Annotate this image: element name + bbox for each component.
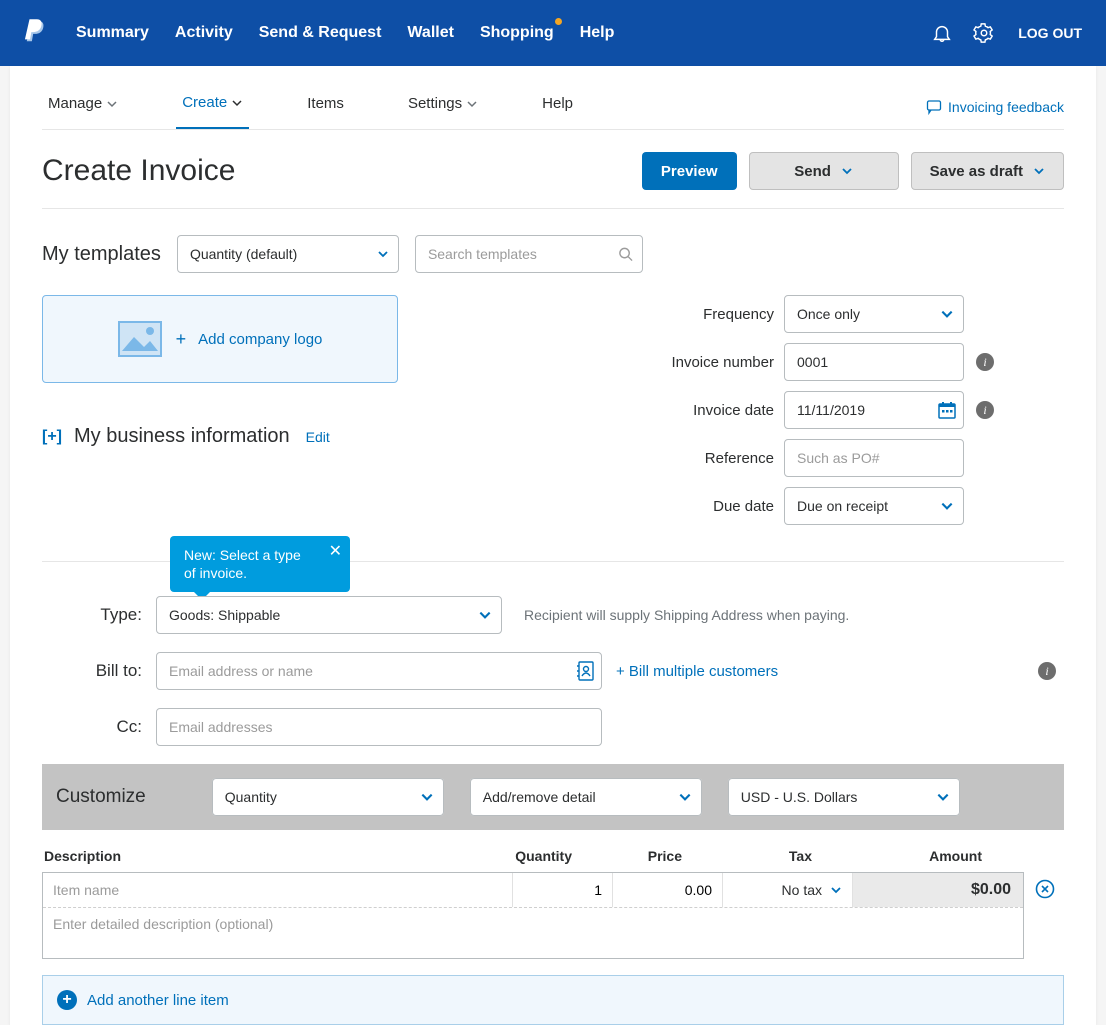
bill-multiple-link[interactable]: + Bill multiple customers	[616, 663, 778, 680]
cc-label: Cc:	[42, 717, 142, 737]
invoicing-feedback-link[interactable]: Invoicing feedback	[926, 99, 1064, 115]
chevron-down-icon	[231, 97, 243, 109]
subnav-settings[interactable]: Settings	[402, 85, 484, 128]
paypal-logo-icon[interactable]	[24, 19, 46, 47]
info-icon[interactable]: i	[976, 401, 994, 419]
item-qty-input[interactable]	[513, 873, 613, 907]
nav-activity[interactable]: Activity	[175, 24, 233, 42]
save-as-draft-button[interactable]: Save as draft	[911, 152, 1064, 190]
item-tax-select[interactable]: No tax	[723, 873, 853, 907]
customize-label: Customize	[56, 786, 146, 808]
my-templates-label: My templates	[42, 243, 161, 266]
expand-business-info[interactable]: [+]	[42, 428, 62, 446]
item-name-input[interactable]	[43, 873, 513, 907]
customize-currency-select[interactable]: USD - U.S. Dollars	[728, 778, 960, 816]
delete-line-item[interactable]	[1035, 879, 1055, 899]
chevron-down-icon	[841, 165, 853, 177]
subnav-help[interactable]: Help	[536, 85, 579, 128]
add-line-item[interactable]: + Add another line item	[42, 975, 1064, 1025]
subnav-create[interactable]: Create	[176, 84, 249, 129]
page-title: Create Invoice	[42, 154, 630, 188]
template-select-value: Quantity (default)	[177, 235, 399, 273]
frequency-select[interactable]: Once only	[784, 295, 964, 333]
send-button[interactable]: Send	[749, 152, 899, 190]
invoice-number-label: Invoice number	[644, 354, 784, 371]
info-icon[interactable]: i	[976, 353, 994, 371]
template-select[interactable]: Quantity (default)	[177, 235, 399, 273]
logout-link[interactable]: LOG OUT	[1018, 25, 1082, 41]
customize-quantity-select[interactable]: Quantity	[212, 778, 444, 816]
reference-input[interactable]	[784, 439, 964, 477]
subnav-items[interactable]: Items	[301, 85, 350, 128]
chevron-down-icon	[830, 884, 842, 896]
nav-summary[interactable]: Summary	[76, 24, 149, 42]
bill-to-label: Bill to:	[42, 661, 142, 681]
bill-to-input[interactable]	[156, 652, 602, 690]
template-search	[415, 235, 643, 273]
nav-wallet[interactable]: Wallet	[407, 24, 454, 42]
item-amount: $0.00	[853, 873, 1023, 907]
due-date-label: Due date	[644, 498, 784, 515]
nav-shopping[interactable]: Shopping	[480, 24, 554, 42]
business-info-title: My business information	[74, 425, 290, 448]
type-hint: Recipient will supply Shipping Address w…	[524, 607, 849, 623]
nav-help[interactable]: Help	[580, 24, 615, 42]
edit-business-info[interactable]: Edit	[306, 429, 330, 445]
line-items-table: Description Quantity Price Tax Amount No…	[42, 842, 1064, 959]
col-price: Price	[572, 848, 682, 864]
search-icon	[618, 247, 633, 262]
add-company-logo[interactable]: + Add company logo	[42, 295, 398, 383]
page-header: Create Invoice Preview Send Save as draf…	[42, 152, 1064, 190]
info-icon[interactable]: i	[1038, 662, 1056, 680]
close-icon[interactable]: ✕	[329, 542, 342, 563]
main-content: Manage Create Items Settings Help Invoic…	[10, 66, 1096, 1025]
speech-bubble-icon	[926, 99, 942, 115]
template-search-input[interactable]	[415, 235, 643, 273]
col-amount: Amount	[812, 848, 982, 864]
add-company-logo-label: Add company logo	[198, 331, 322, 348]
item-description-input[interactable]	[43, 907, 1023, 953]
type-label: Type:	[42, 605, 142, 625]
customize-detail-select[interactable]: Add/remove detail	[470, 778, 702, 816]
col-quantity: Quantity	[472, 848, 572, 864]
col-tax: Tax	[682, 848, 812, 864]
invoice-date-input[interactable]	[784, 391, 964, 429]
customize-bar: Customize Quantity Add/remove detail USD…	[42, 764, 1064, 830]
bell-icon[interactable]	[928, 19, 956, 47]
subnav-manage[interactable]: Manage	[42, 85, 124, 128]
chevron-down-icon	[106, 98, 118, 110]
chevron-down-icon	[466, 98, 478, 110]
col-description: Description	[44, 848, 472, 864]
item-price-input[interactable]	[613, 873, 723, 907]
delete-circle-icon	[1035, 879, 1055, 899]
notification-dot-icon	[555, 18, 562, 25]
invoice-type-select[interactable]: Goods: Shippable	[156, 596, 502, 634]
address-book-icon[interactable]	[576, 661, 594, 681]
business-info-row: [+] My business information Edit	[42, 425, 608, 448]
cc-input[interactable]	[156, 708, 602, 746]
chevron-down-icon	[1033, 165, 1045, 177]
gear-icon[interactable]	[970, 19, 998, 47]
invoice-date-label: Invoice date	[644, 402, 784, 419]
type-tooltip: New: Select a type of invoice. ✕	[170, 536, 350, 592]
plus-circle-icon: +	[57, 990, 77, 1010]
reference-label: Reference	[644, 450, 784, 467]
frequency-label: Frequency	[644, 306, 784, 323]
top-nav: Summary Activity Send & Request Wallet S…	[0, 0, 1106, 66]
image-placeholder-icon	[118, 321, 162, 357]
invoice-date-input-wrap	[784, 391, 964, 429]
nav-send-request[interactable]: Send & Request	[259, 24, 382, 42]
invoice-number-input[interactable]	[784, 343, 964, 381]
calendar-icon[interactable]	[938, 401, 956, 419]
sub-nav: Manage Create Items Settings Help Invoic…	[42, 66, 1064, 130]
templates-row: My templates Quantity (default)	[42, 235, 1064, 273]
preview-button[interactable]: Preview	[642, 152, 737, 190]
due-date-select[interactable]: Due on receipt	[784, 487, 964, 525]
